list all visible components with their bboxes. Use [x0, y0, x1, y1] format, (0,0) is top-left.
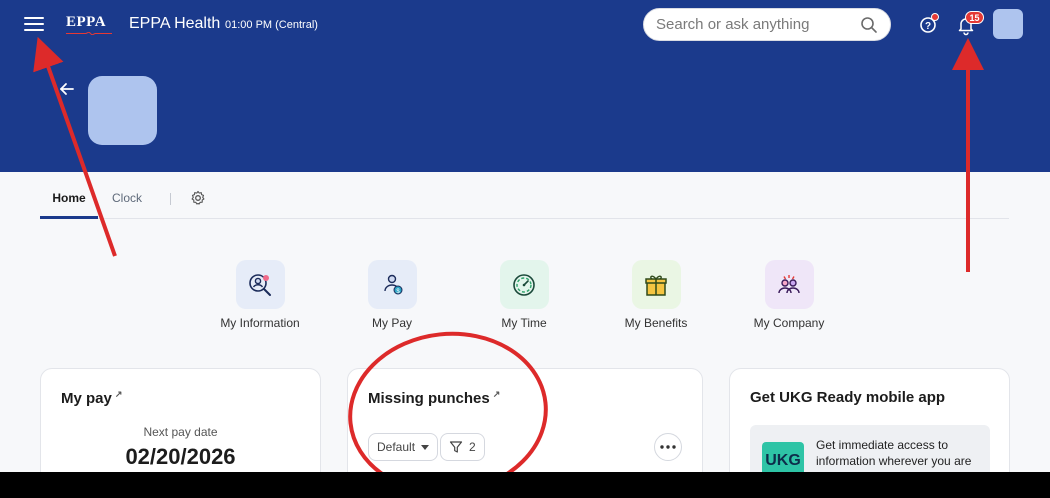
current-time: 01:00 PM (Central): [225, 19, 318, 31]
hamburger-menu-icon[interactable]: [24, 14, 44, 34]
view-select-value: Default: [377, 440, 416, 454]
brand-name: EPPA Health: [129, 15, 221, 32]
user-avatar[interactable]: [993, 9, 1023, 39]
caret-down-icon: [421, 444, 430, 450]
next-pay-date: 02/20/2026: [125, 444, 236, 469]
next-pay-label: Next pay date: [143, 425, 218, 439]
notification-badge: 15: [965, 11, 984, 24]
quick-link-my-company[interactable]: My Company: [729, 260, 849, 330]
gift-icon: [645, 275, 667, 296]
quick-link-label: My Pay: [371, 316, 412, 330]
person-search-icon: [249, 273, 271, 296]
gear-icon[interactable]: [190, 190, 206, 206]
my-pay-title[interactable]: My pay ↗: [61, 389, 122, 407]
filter-button[interactable]: 2: [440, 433, 485, 461]
ukg-logo: UKG: [762, 442, 804, 476]
tile-my-company: [764, 260, 814, 309]
more-options-button[interactable]: [654, 433, 682, 461]
search-icon[interactable]: [860, 16, 878, 34]
help-alert-dot: [931, 13, 939, 21]
promo-text: Get immediate access to information wher…: [816, 438, 972, 468]
tile-my-benefits: [631, 260, 681, 309]
tab-home[interactable]: Home: [40, 186, 98, 219]
tab-clock[interactable]: Clock: [112, 186, 142, 218]
search-box[interactable]: [643, 8, 891, 41]
quick-link-label: My Company: [753, 316, 825, 330]
bottom-black-bar: [0, 472, 1050, 498]
quick-link-my-pay[interactable]: $ My Pay: [332, 260, 452, 330]
profile-avatar: [88, 76, 157, 145]
view-select[interactable]: Default: [368, 433, 439, 461]
back-arrow-icon[interactable]: [58, 80, 76, 98]
logo-heartbeat: [66, 32, 112, 35]
group-icon: [778, 274, 800, 293]
tile-my-pay: $: [367, 260, 417, 309]
pay-person-icon: $: [384, 274, 403, 295]
mobile-app-title: Get UKG Ready mobile app: [750, 389, 946, 406]
missing-punches-title[interactable]: Missing punches ↗: [368, 389, 500, 407]
tab-divider: [170, 193, 171, 205]
card-title-text: My pay: [61, 390, 112, 407]
quick-link-label: My Time: [501, 316, 547, 330]
quick-link-my-information[interactable]: My Information: [200, 260, 320, 330]
card-title-text: Missing punches: [368, 390, 490, 407]
filter-icon: [449, 441, 463, 453]
external-link-icon: ↗: [492, 389, 501, 399]
filter-count: 2: [469, 440, 476, 454]
svg-text:?: ?: [925, 21, 931, 32]
header-bar: EPPA EPPA Health 01:00 PM (Central) ? 15: [0, 0, 1050, 172]
stopwatch-icon: [513, 273, 535, 296]
tile-my-information: [235, 260, 285, 309]
external-link-icon: ↗: [114, 389, 123, 399]
ellipsis-icon: [660, 445, 676, 449]
quick-link-my-time[interactable]: My Time: [464, 260, 584, 330]
search-input[interactable]: [656, 16, 860, 33]
quick-link-label: My Information: [220, 316, 300, 330]
tab-bar: Home Clock: [40, 186, 1009, 219]
tile-my-time: [499, 260, 549, 309]
quick-link-label: My Benefits: [624, 316, 688, 330]
quick-link-my-benefits[interactable]: My Benefits: [596, 260, 716, 330]
